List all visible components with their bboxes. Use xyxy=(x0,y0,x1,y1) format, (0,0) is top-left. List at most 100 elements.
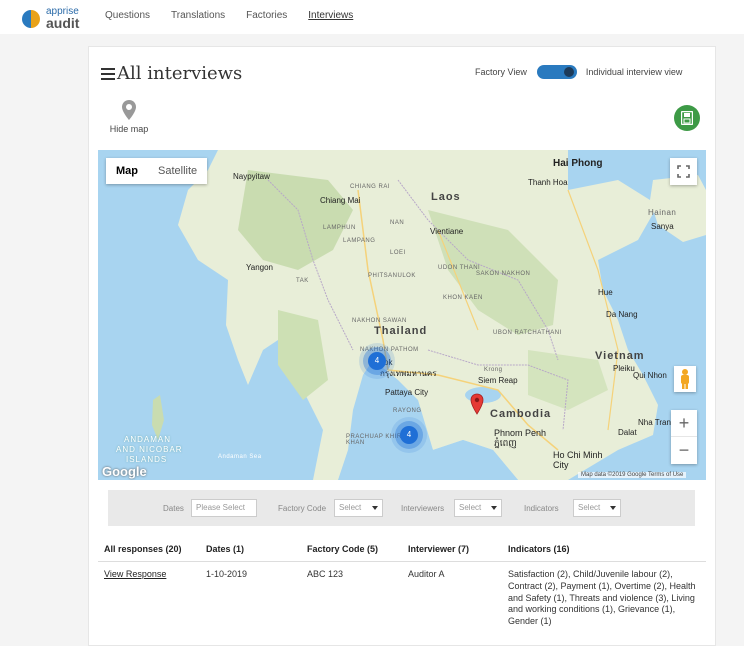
map-label-udon-thani: UDON THANI xyxy=(438,265,481,271)
map-label-phitsanulok: PHITSANULOK xyxy=(368,273,416,279)
map-label-siem-reap: Siem Reap xyxy=(478,376,518,385)
cluster-marker-bangkok[interactable]: 4 xyxy=(368,352,386,370)
caret-down-icon xyxy=(372,506,378,510)
export-button[interactable] xyxy=(674,105,700,131)
street-view-pegman[interactable] xyxy=(674,366,696,392)
view-toggle-switch[interactable] xyxy=(536,65,577,79)
table-header-indicators[interactable]: Indicators (16) xyxy=(508,544,570,554)
map-label-andaman-3: ISLANDS xyxy=(126,455,168,464)
interviewers-select[interactable]: Select xyxy=(454,499,502,517)
nav-link-interviews[interactable]: Interviews xyxy=(308,10,353,21)
row-factory-code: ABC 123 xyxy=(307,569,344,579)
pegman-icon xyxy=(681,369,689,389)
map-label-lamphun: LAMPHUN xyxy=(323,225,356,231)
table-header-interviewer[interactable]: Interviewer (7) xyxy=(408,544,469,554)
map-label-sakon-nakhon: SAKON NAKHON xyxy=(476,271,531,277)
map-label-hue: Hue xyxy=(598,288,613,297)
map-label-tak: TAK xyxy=(296,278,309,284)
map-view[interactable]: Hai Phong Thanh Hoa Naypyitaw Chiang Mai… xyxy=(98,150,706,480)
map-label-lampang: LAMPANG xyxy=(343,238,376,244)
fullscreen-button[interactable] xyxy=(670,158,697,185)
map-label-qui-nhon: Qui Nhon xyxy=(633,371,667,380)
filter-bar: Dates Please Select Factory Code Select … xyxy=(108,490,695,526)
map-label-krong: Krong xyxy=(484,367,503,373)
map-label-chiang-rai: CHIANG RAI xyxy=(350,184,391,190)
map-label-vietnam: Vietnam xyxy=(595,350,645,362)
indicators-filter-label: Indicators xyxy=(524,504,559,513)
map-label-andaman-2: AND NICOBAR xyxy=(116,445,183,454)
map-label-bangkok: kok กรุงเทพมหานคร xyxy=(380,358,437,378)
map-attribution[interactable]: Map data ©2019 Google Terms of Use xyxy=(578,472,687,478)
factory-view-label[interactable]: Factory View xyxy=(475,67,527,77)
cluster-marker-gulf[interactable]: 4 xyxy=(400,426,418,444)
nav-links: Questions Translations Factories Intervi… xyxy=(105,10,353,21)
page-title-text: All interviews xyxy=(117,63,243,84)
map-label-hainan: Hainan xyxy=(648,208,677,217)
zoom-in-button[interactable]: + xyxy=(671,410,697,437)
dates-filter-input[interactable]: Please Select xyxy=(191,499,257,517)
table-header-factory-code[interactable]: Factory Code (5) xyxy=(307,544,378,554)
map-label-yangon: Yangon xyxy=(246,263,273,272)
map-label-naypyitaw: Naypyitaw xyxy=(233,172,270,181)
hide-map-label: Hide map xyxy=(109,124,149,134)
caret-down-icon xyxy=(610,506,616,510)
map-label-hai-phong: Hai Phong xyxy=(553,158,603,169)
fullscreen-icon xyxy=(677,165,690,178)
view-response-link[interactable]: View Response xyxy=(104,569,166,579)
page-title: All interviews xyxy=(101,63,242,84)
map-label-thailand: Thailand xyxy=(374,325,428,337)
toggle-knob xyxy=(563,67,574,77)
map-label-andaman-sea: Andaman Sea xyxy=(218,454,262,460)
top-navigation: apprise audit Questions Translations Fac… xyxy=(0,0,744,34)
map-label-laos: Laos xyxy=(431,191,461,203)
map-label-rayong: RAYONG xyxy=(393,408,422,414)
interviewers-select-value: Select xyxy=(459,503,482,512)
zoom-control: + − xyxy=(671,410,697,464)
map-label-ho-chi-minh: Ho Chi Minh City xyxy=(553,450,603,470)
map-label-loei: LOEI xyxy=(390,250,406,256)
map-label-prachuap: PRACHUAP KHIRI KHAN xyxy=(346,434,404,446)
hide-map-button[interactable]: Hide map xyxy=(99,99,159,134)
map-label-nan: NAN xyxy=(390,220,405,226)
nav-link-questions[interactable]: Questions xyxy=(105,10,150,21)
map-label-khon-kaen: KHON KAEN xyxy=(443,295,483,301)
map-label-ubon: UBON RATCHATHANI xyxy=(493,330,562,336)
list-icon xyxy=(101,67,115,81)
map-label-phnom-penh: Phnom Penh ភ្នំពេញ xyxy=(494,428,547,448)
individual-view-label[interactable]: Individual interview view xyxy=(586,67,683,77)
map-label-da-nang: Da Nang xyxy=(606,310,638,319)
map-label-nha-trang: Nha Trang xyxy=(638,418,676,427)
red-pin-icon[interactable] xyxy=(470,393,484,415)
indicators-select-value: Select xyxy=(578,503,601,512)
nav-link-translations[interactable]: Translations xyxy=(171,10,225,21)
caret-down-icon xyxy=(491,506,497,510)
apprise-audit-logo[interactable]: apprise audit xyxy=(22,6,92,30)
table-header-responses[interactable]: All responses (20) xyxy=(104,544,182,554)
map-label-cambodia: Cambodia xyxy=(490,408,552,420)
map-label-nakhon-sawan: NAKHON SAWAN xyxy=(352,318,407,324)
map-label-pleiku: Pleiku xyxy=(613,364,635,373)
google-logo[interactable]: Google xyxy=(102,464,147,479)
row-indicators: Satisfaction (2), Child/Juvenile labour … xyxy=(508,569,696,627)
map-pin-icon xyxy=(122,100,136,120)
map-type-satellite[interactable]: Satellite xyxy=(148,158,207,184)
map-label-andaman-1: ANDAMAN xyxy=(124,435,172,444)
map-type-control: Map Satellite xyxy=(106,158,208,184)
table-header-dates[interactable]: Dates (1) xyxy=(206,544,244,554)
table-header-divider xyxy=(98,561,706,562)
indicators-select[interactable]: Select xyxy=(573,499,621,517)
map-label-sanya: Sanya xyxy=(651,222,674,231)
view-toggle-group: Factory View Individual interview view xyxy=(475,65,682,79)
interviewers-filter-label: Interviewers xyxy=(401,504,445,513)
map-type-map[interactable]: Map xyxy=(106,158,148,184)
nav-link-factories[interactable]: Factories xyxy=(246,10,287,21)
map-label-thanh-hoa: Thanh Hoa xyxy=(528,178,568,187)
map-label-pattaya: Pattaya City xyxy=(385,388,429,397)
map-label-nakhon-pathom: NAKHON PATHOM xyxy=(360,347,419,353)
map-label-chiang-mai: Chiang Mai xyxy=(320,196,361,205)
logo-text-audit: audit xyxy=(46,15,80,31)
row-date: 1-10-2019 xyxy=(206,569,248,579)
factory-code-select[interactable]: Select xyxy=(334,499,383,517)
zoom-out-button[interactable]: − xyxy=(671,437,697,464)
dates-filter-label: Dates xyxy=(163,504,184,513)
